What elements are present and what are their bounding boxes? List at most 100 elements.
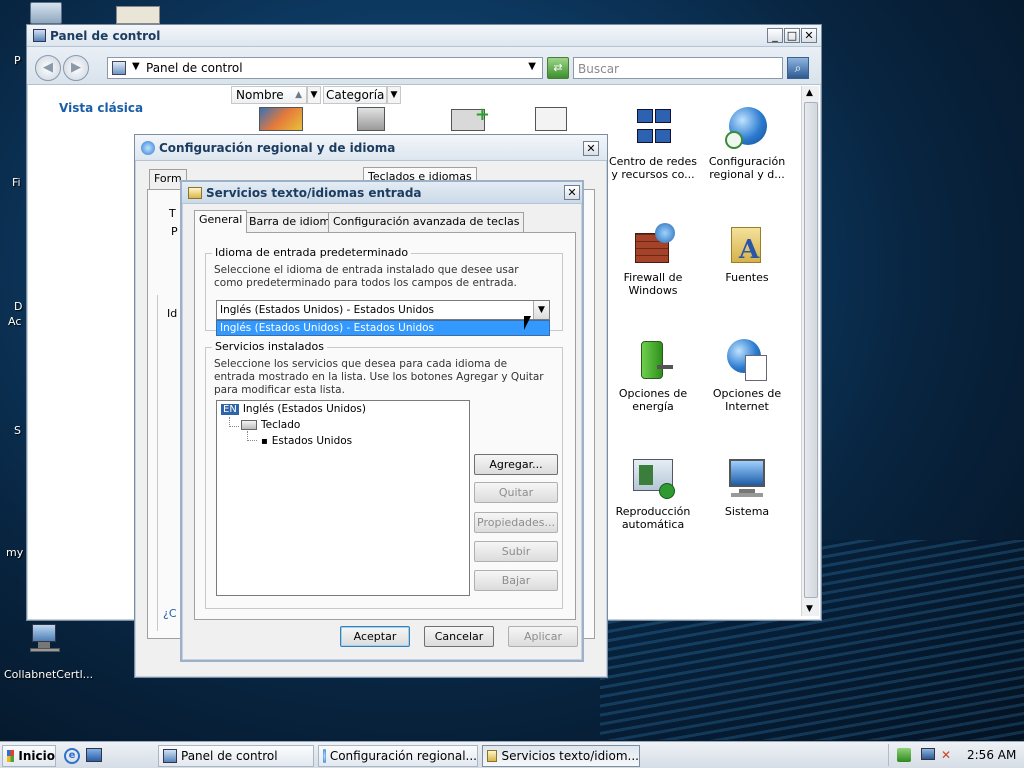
taskbar-text-services-label: Servicios texto/idiom... <box>501 749 639 763</box>
address-text: Panel de control <box>146 61 243 75</box>
start-button[interactable]: Inicio <box>2 745 56 767</box>
classic-view-link[interactable]: Vista clásica <box>59 101 143 115</box>
taskbar-regional-label: Configuración regional... <box>329 749 477 763</box>
apply-button[interactable]: Aplicar <box>508 626 578 647</box>
installed-services-group-title: Servicios instalados <box>212 340 327 353</box>
text-services-titlebar[interactable]: Servicios texto/idiomas entrada <box>182 182 582 204</box>
autoplay-item[interactable]: Reproducción automática <box>605 457 701 531</box>
tree-language-label: Inglés (Estados Unidos) <box>242 403 366 415</box>
tray-network-icon[interactable] <box>921 748 935 760</box>
desktop-partial-label: P <box>14 54 21 67</box>
text-services-dialog: Servicios texto/idiomas entrada ✕ Genera… <box>180 180 584 662</box>
regional-settings-label: Configuración regional y d... <box>708 155 786 181</box>
refresh-button[interactable]: ⇄ <box>547 57 569 79</box>
scroll-thumb[interactable] <box>804 102 818 598</box>
minimize-button[interactable]: _ <box>767 28 783 43</box>
address-bar[interactable]: ▼ Panel de control ▼ <box>107 57 543 79</box>
ok-button[interactable]: Aceptar <box>340 626 410 647</box>
firewall-icon <box>631 223 675 267</box>
internet-options-item[interactable]: Opciones de Internet <box>699 339 795 413</box>
network-computer-icon[interactable] <box>28 622 62 656</box>
regional-dialog-titlebar[interactable]: Configuración regional y de idioma <box>135 135 607 161</box>
firewall-item[interactable]: Firewall de Windows <box>605 223 701 297</box>
regional-help-link[interactable]: ¿C <box>163 607 177 620</box>
tab-general[interactable]: General <box>194 210 248 233</box>
default-language-option-label: Inglés (Estados Unidos) - Estados Unidos <box>220 322 434 334</box>
tray-clock[interactable]: 2:56 AM <box>967 748 1016 762</box>
search-placeholder: Buscar <box>578 62 619 76</box>
text-services-tab-panel: Idioma de entrada predeterminado Selecci… <box>194 232 576 620</box>
power-options-label: Opciones de energía <box>618 387 688 413</box>
control-panel-titlebar[interactable]: Panel de control <box>27 25 821 47</box>
fonts-label: Fuentes <box>725 271 769 284</box>
system-computer-icon <box>725 457 769 501</box>
fonts-folder-icon: A <box>725 223 769 267</box>
desktop-partial-label: D <box>14 300 23 313</box>
move-up-button[interactable]: Subir <box>474 541 558 562</box>
column-name-dropdown-icon[interactable]: ▼ <box>307 86 321 104</box>
default-language-dropdown[interactable]: Inglés (Estados Unidos) - Estados Unidos… <box>216 300 550 320</box>
tree-layout-row[interactable]: ▪ Estados Unidos <box>261 435 352 447</box>
dropdown-arrow-icon[interactable]: ▼ <box>533 301 549 319</box>
default-language-dropdown-option[interactable]: Inglés (Estados Unidos) - Estados Unidos <box>216 320 550 336</box>
text-services-close-button[interactable]: ✕ <box>564 185 580 200</box>
windows-logo-icon <box>7 750 15 762</box>
taskbar-control-panel[interactable]: Panel de control <box>158 745 314 767</box>
scroll-down-icon[interactable]: ▼ <box>806 604 813 614</box>
tab-advanced-keys[interactable]: Configuración avanzada de teclas <box>328 212 525 232</box>
system-item[interactable]: Sistema <box>699 457 795 518</box>
start-label: Inicio <box>18 749 55 763</box>
partial-item-icon[interactable] <box>259 107 303 131</box>
search-icon[interactable]: ⌕ <box>787 57 809 79</box>
language-badge: EN <box>221 403 239 415</box>
partial-item-icon[interactable] <box>357 107 385 131</box>
taskbar-text-services[interactable]: Servicios texto/idiom... <box>482 745 640 767</box>
partial-item-icon[interactable]: + <box>451 104 490 131</box>
close-button[interactable]: ✕ <box>801 28 817 43</box>
regional-settings-item[interactable]: Configuración regional y d... <box>699 107 795 181</box>
maximize-button[interactable]: □ <box>784 28 800 43</box>
back-button[interactable]: ◀ <box>35 55 61 81</box>
installed-services-description: Seleccione los servicios que desea para … <box>214 358 544 396</box>
recycle-bin-icon[interactable] <box>30 2 62 24</box>
column-header-category-label: Categoría <box>326 88 385 102</box>
network-center-item[interactable]: Centro de redes y recursos co... <box>605 107 701 181</box>
tree-line <box>247 431 257 441</box>
address-dropdown-arrow-icon[interactable]: ▼ <box>132 61 140 72</box>
scroll-up-icon[interactable]: ▲ <box>806 88 813 98</box>
tree-keyboard-row[interactable]: Teclado <box>241 419 300 431</box>
desktop-partial-label: S <box>14 424 21 437</box>
firewall-label: Firewall de Windows <box>623 271 683 297</box>
fonts-item[interactable]: A Fuentes <box>699 223 795 284</box>
power-options-item[interactable]: Opciones de energía <box>605 339 701 413</box>
desktop-partial-label: my <box>6 546 24 559</box>
search-input[interactable]: Buscar <box>573 57 783 79</box>
network-center-label: Centro de redes y recursos co... <box>608 155 698 181</box>
forward-button[interactable]: ▶ <box>63 55 89 81</box>
show-desktop-icon[interactable] <box>86 748 102 762</box>
column-header-category[interactable]: Categoría <box>323 86 387 104</box>
system-label: Sistema <box>724 505 770 518</box>
regional-close-button[interactable]: ✕ <box>583 141 599 156</box>
regional-fragment: Id <box>167 307 178 320</box>
taskbar-regional[interactable]: Configuración regional... <box>318 745 478 767</box>
desktop-partial-label: Fi <box>12 176 21 189</box>
column-header-name[interactable]: Nombre ▲ <box>231 86 307 104</box>
remove-button[interactable]: Quitar <box>474 482 558 503</box>
installed-services-tree[interactable]: EN Inglés (Estados Unidos) Teclado ▪ Est… <box>216 400 470 596</box>
ie-icon[interactable]: e <box>64 748 80 764</box>
default-language-description: Seleccione el idioma de entrada instalad… <box>214 264 519 289</box>
cancel-button[interactable]: Cancelar <box>424 626 494 647</box>
column-category-dropdown-icon[interactable]: ▼ <box>387 86 401 104</box>
tray-security-icon[interactable] <box>897 748 911 762</box>
desktop-folder-icon[interactable] <box>116 6 160 24</box>
address-history-dropdown-icon[interactable]: ▼ <box>528 61 536 72</box>
tray-volume-muted-icon[interactable]: ✕ <box>941 748 953 762</box>
add-button[interactable]: Agregar... <box>474 454 558 475</box>
tree-language-row[interactable]: EN Inglés (Estados Unidos) <box>221 403 366 415</box>
taskbar: Inicio e Panel de control Configuración … <box>0 741 1024 768</box>
properties-button[interactable]: Propiedades... <box>474 512 558 533</box>
move-down-button[interactable]: Bajar <box>474 570 558 591</box>
partial-item-icon[interactable] <box>535 107 567 131</box>
vertical-scrollbar[interactable]: ▲ ▼ <box>801 86 819 616</box>
